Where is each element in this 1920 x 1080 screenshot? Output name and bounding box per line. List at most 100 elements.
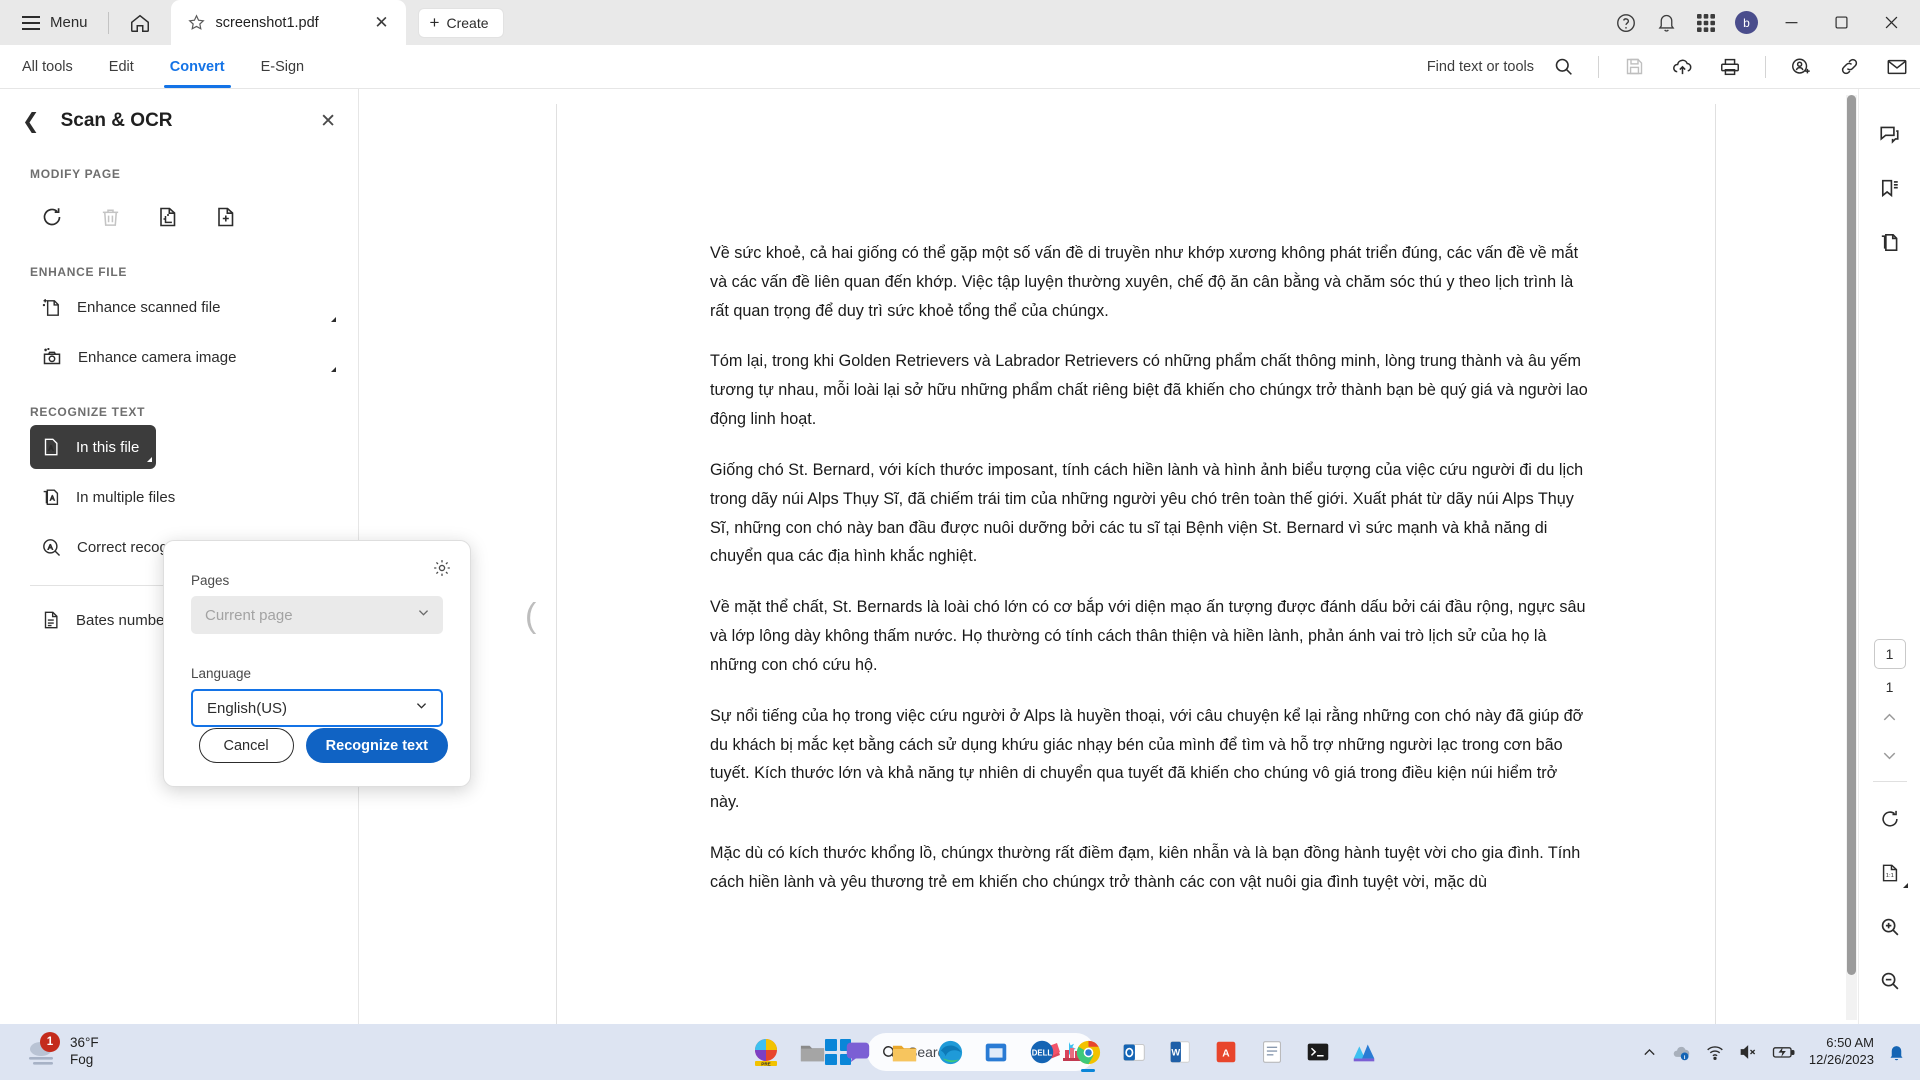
onedrive-status-button[interactable]: i xyxy=(1671,1042,1692,1063)
home-button[interactable] xyxy=(121,7,159,39)
search-button[interactable] xyxy=(1544,50,1582,84)
taskbar-app-edge[interactable] xyxy=(929,1031,971,1073)
recognize-in-multiple-files-label: In multiple files xyxy=(76,488,176,506)
zoom-in-button[interactable] xyxy=(1869,906,1911,948)
page-add-icon xyxy=(218,207,234,227)
pages-select[interactable]: Current page xyxy=(191,596,443,634)
selection-bracket-left: ( xyxy=(525,597,537,635)
chevron-expand-icon-2[interactable] xyxy=(331,367,336,372)
scrollbar-thumb[interactable] xyxy=(1847,95,1856,975)
show-hidden-icons-button[interactable] xyxy=(1641,1044,1658,1061)
cancel-button[interactable]: Cancel xyxy=(198,728,294,763)
delete-page-button[interactable] xyxy=(88,195,132,239)
outlook-icon xyxy=(1123,1044,1145,1061)
taskbar-app-file-explorer[interactable] xyxy=(791,1031,833,1073)
minimize-button[interactable] xyxy=(1768,0,1814,45)
menu-tab-convert[interactable]: Convert xyxy=(163,45,231,88)
notifications-button[interactable] xyxy=(1648,6,1684,40)
document-paragraph: Giống chó St. Bernard, với kích thước im… xyxy=(710,460,1584,566)
recognize-text-button[interactable]: Recognize text xyxy=(305,728,448,763)
panel-back-icon[interactable]: ❮ xyxy=(22,111,40,132)
comments-panel-button[interactable] xyxy=(1869,113,1911,155)
taskbar-app-photoshop[interactable]: PRE xyxy=(745,1031,787,1073)
help-button[interactable] xyxy=(1608,6,1644,40)
chevron-expand-icon[interactable] xyxy=(331,317,336,322)
rotate-clockwise-icon xyxy=(1881,810,1898,827)
menu-tab-all-tools[interactable]: All tools xyxy=(16,45,79,88)
volume-muted-button[interactable] xyxy=(1738,1042,1758,1062)
document-tab[interactable]: screenshot1.pdf ✕ xyxy=(170,0,406,45)
notification-center-button[interactable] xyxy=(1887,1043,1906,1062)
taskbar-app-chrome[interactable] xyxy=(1067,1031,1109,1073)
enhance-camera-image-item[interactable]: Enhance camera image xyxy=(30,335,340,379)
taskbar-app-notepad[interactable] xyxy=(1251,1031,1293,1073)
panel-header: ❮ Scan & OCR ✕ xyxy=(0,89,358,153)
taskbar-app-acrobat[interactable]: A xyxy=(1205,1031,1247,1073)
share-link-button[interactable] xyxy=(1830,50,1868,84)
taskbar-app-outlook[interactable] xyxy=(1113,1031,1155,1073)
upload-cloud-button[interactable] xyxy=(1663,50,1701,84)
chevron-up-icon xyxy=(1644,1048,1655,1055)
recognize-in-multiple-files-item[interactable]: A In multiple files xyxy=(30,475,340,519)
svg-text:A: A xyxy=(48,542,54,551)
language-select[interactable]: English(US) xyxy=(191,689,443,727)
bookmarks-panel-button[interactable] xyxy=(1869,167,1911,209)
chevron-expand-icon-3[interactable] xyxy=(147,457,152,462)
dialog-settings-button[interactable] xyxy=(432,558,452,583)
total-pages-label: 1 xyxy=(1885,679,1894,695)
bell-icon xyxy=(1890,1045,1903,1060)
document-viewport[interactable]: Về sức khoẻ, cả hai giống có thể gặp một… xyxy=(359,89,1920,1024)
print-button[interactable] xyxy=(1711,50,1749,84)
fit-page-caret-icon[interactable] xyxy=(1902,883,1908,888)
taskbar-app-files[interactable] xyxy=(883,1031,925,1073)
add-user-button[interactable] xyxy=(1782,50,1820,84)
menu-button[interactable]: Menu xyxy=(14,8,96,37)
find-text-label[interactable]: Find text or tools xyxy=(1427,59,1534,75)
rotate-page-button[interactable] xyxy=(30,195,74,239)
enhance-scanned-file-item[interactable]: Enhance scanned file xyxy=(30,285,340,329)
multiple-files-icon: A xyxy=(43,489,59,506)
zoom-out-button[interactable] xyxy=(1869,960,1911,1002)
cloud-upload-icon xyxy=(1672,59,1691,75)
taskbar-app-dell[interactable]: DELL xyxy=(1021,1031,1063,1073)
crop-page-button[interactable] xyxy=(146,195,190,239)
weather-widget[interactable]: 1 36°F Fog xyxy=(14,1031,109,1073)
taskbar-app-teams[interactable] xyxy=(837,1031,879,1073)
account-avatar[interactable]: b xyxy=(1728,6,1764,40)
taskbar-app-word[interactable]: W xyxy=(1159,1031,1201,1073)
rotate-view-button[interactable] xyxy=(1869,798,1911,840)
plus-icon: + xyxy=(429,13,440,32)
taskbar-app-store[interactable] xyxy=(975,1031,1017,1073)
titlebar-right-controls: b xyxy=(1608,0,1920,45)
page-thumbnails-button[interactable] xyxy=(1869,221,1911,263)
next-page-button[interactable] xyxy=(1870,739,1910,771)
star-icon[interactable] xyxy=(187,13,206,32)
previous-page-button[interactable] xyxy=(1870,701,1910,733)
svg-text:A: A xyxy=(50,495,55,502)
speaker-mute-icon xyxy=(1740,1045,1756,1059)
recognize-in-this-file-item[interactable]: A In this file xyxy=(30,425,156,469)
apps-grid-button[interactable] xyxy=(1688,6,1724,40)
save-button[interactable] xyxy=(1615,50,1653,84)
minimize-icon xyxy=(1785,22,1797,24)
svg-text:PRE: PRE xyxy=(761,1061,770,1066)
document-paragraph: Sự nổi tiếng của họ trong việc cứu người… xyxy=(710,706,1584,812)
current-page-input[interactable]: 1 xyxy=(1873,639,1906,669)
close-tab-icon[interactable]: ✕ xyxy=(370,11,394,35)
battery-charging-button[interactable] xyxy=(1771,1042,1796,1062)
menu-tab-e-sign[interactable]: E-Sign xyxy=(255,45,311,88)
menu-tab-edit[interactable]: Edit xyxy=(103,45,140,88)
store-icon xyxy=(985,1043,1007,1062)
clock-widget[interactable]: 6:50 AM 12/26/2023 xyxy=(1809,1035,1874,1069)
wifi-button[interactable] xyxy=(1705,1042,1725,1062)
insert-page-button[interactable] xyxy=(204,195,248,239)
taskbar-app-terminal[interactable] xyxy=(1297,1031,1339,1073)
close-window-button[interactable] xyxy=(1868,0,1914,45)
vertical-scrollbar[interactable] xyxy=(1846,95,1857,1020)
email-button[interactable] xyxy=(1878,50,1916,84)
taskbar-app-colorapp[interactable] xyxy=(1343,1031,1385,1073)
fit-page-button[interactable]: 1:1 xyxy=(1869,852,1911,894)
panel-close-icon[interactable]: ✕ xyxy=(320,110,336,133)
create-button[interactable]: + Create xyxy=(417,7,504,38)
maximize-button[interactable] xyxy=(1818,0,1864,45)
